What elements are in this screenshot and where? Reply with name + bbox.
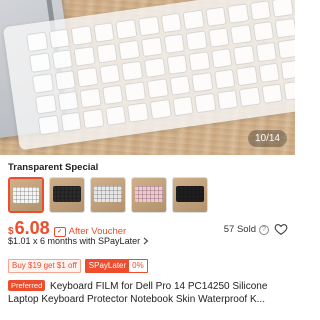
film-key — [93, 22, 115, 43]
thumbnail-keyboard — [94, 186, 122, 202]
film-key — [274, 17, 295, 39]
heart-icon[interactable] — [274, 222, 288, 236]
film-key — [233, 44, 256, 66]
variant-thumbnail-1[interactable] — [8, 177, 44, 213]
film-key — [31, 73, 54, 94]
film-key — [236, 65, 258, 87]
film-key — [191, 71, 214, 93]
spaylater-tag[interactable]: SPayLater 0% — [84, 259, 148, 273]
film-key — [182, 9, 205, 31]
film-key — [26, 31, 48, 53]
film-key — [60, 111, 82, 133]
film-key — [101, 84, 124, 106]
preferred-badge: Preferred — [8, 280, 46, 291]
variant-thumbnail-4[interactable] — [131, 177, 167, 213]
image-counter: 10/14 — [247, 130, 287, 147]
film-key — [238, 86, 261, 108]
question-circle-icon[interactable]: ? — [259, 224, 269, 235]
sold-count-text: 57 Sold — [223, 224, 256, 235]
film-key — [149, 99, 172, 120]
product-title-text: Keyboard FILM for Dell Pro 14 PC14250 Si… — [8, 281, 268, 305]
installment-text: $1.01 x 6 months with SPayLater — [8, 236, 141, 246]
film-key — [213, 68, 236, 90]
voucher-tag[interactable]: Buy $19 get $1 off — [8, 259, 81, 273]
sold-count: 57 Sold ? — [224, 224, 269, 235]
film-key — [261, 83, 284, 104]
film-key — [216, 89, 239, 111]
film-key — [82, 108, 105, 130]
film-key — [168, 75, 191, 96]
film-key — [115, 19, 138, 40]
thumbnail-keyboard — [176, 186, 204, 202]
film-key — [79, 87, 102, 109]
film-key — [98, 63, 121, 85]
thumbnail-keyboard — [135, 186, 163, 202]
film-key — [127, 102, 150, 123]
film-key — [37, 114, 60, 136]
film-key — [171, 95, 194, 117]
film-key — [121, 60, 144, 82]
thumbnail-keyboard — [53, 186, 81, 202]
film-key — [140, 36, 163, 58]
film-key — [277, 38, 295, 60]
film-key — [204, 6, 227, 28]
film-key — [188, 51, 211, 72]
film-key — [96, 42, 118, 64]
film-key — [73, 46, 96, 67]
film-key — [143, 57, 166, 79]
film-key — [76, 66, 99, 88]
film-key — [207, 27, 230, 48]
film-key — [70, 25, 93, 46]
film-key — [252, 20, 275, 42]
film-key — [255, 41, 278, 63]
film-key — [160, 12, 183, 34]
product-image-gallery[interactable]: 10/14 — [0, 0, 295, 155]
variant-label: Transparent Special — [8, 162, 99, 173]
film-key — [185, 30, 208, 51]
spaylater-tag-name: SPayLater — [85, 260, 130, 272]
film-key — [210, 48, 233, 69]
film-key — [51, 49, 74, 70]
film-key — [280, 59, 295, 80]
film-key — [57, 90, 80, 112]
film-key — [146, 78, 169, 99]
film-key — [137, 15, 160, 37]
variant-thumbnails — [8, 177, 209, 213]
product-title: Preferred Keyboard FILM for Dell Pro 14 … — [8, 280, 288, 306]
installment-link[interactable]: $1.01 x 6 months with SPayLater — [8, 236, 149, 246]
variant-thumbnail-2[interactable] — [49, 177, 85, 213]
chevron-right-icon — [143, 237, 149, 245]
thumbnail-keyboard — [13, 187, 39, 203]
film-key — [271, 0, 294, 18]
film-key — [227, 3, 250, 24]
film-key — [124, 81, 147, 102]
voucher-icon: ✓ — [53, 226, 66, 237]
film-key — [194, 92, 217, 114]
film-key — [54, 70, 77, 91]
spaylater-tag-rate: 0% — [129, 260, 147, 272]
film-key — [28, 52, 51, 73]
film-key — [283, 80, 295, 101]
film-key — [166, 54, 188, 75]
film-key — [163, 33, 186, 55]
film-key — [104, 105, 127, 126]
promo-tags: Buy $19 get $1 off SPayLater 0% — [8, 259, 148, 273]
film-key — [258, 62, 281, 84]
film-key — [34, 93, 57, 115]
film-key — [230, 24, 253, 45]
film-key — [118, 39, 141, 61]
variant-thumbnail-5[interactable] — [172, 177, 208, 213]
film-key — [48, 28, 71, 50]
variant-thumbnail-3[interactable] — [90, 177, 126, 213]
film-key — [249, 0, 272, 21]
